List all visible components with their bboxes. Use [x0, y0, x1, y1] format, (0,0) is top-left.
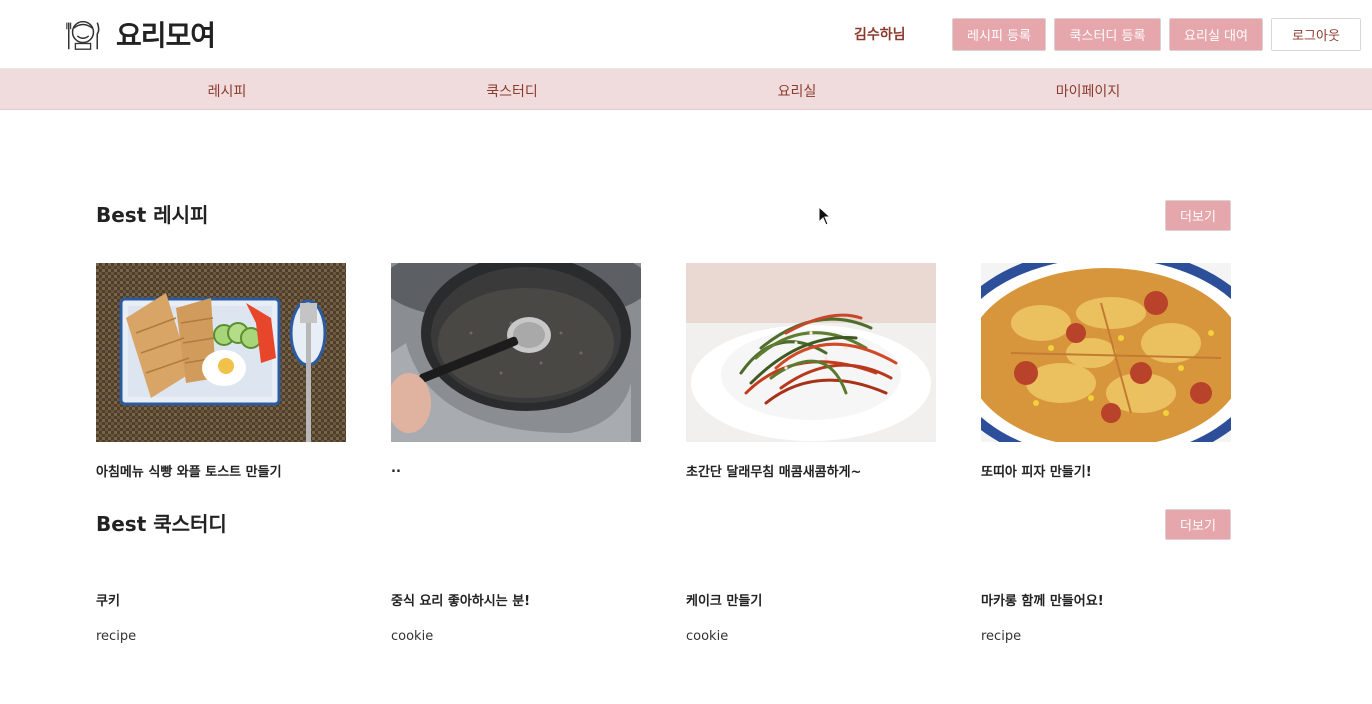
recipe-register-button[interactable]: 레시피 등록 [952, 18, 1046, 51]
recipe-card[interactable]: 또띠아 피자 만들기! [981, 263, 1231, 480]
study-item[interactable]: 중식 요리 좋아하시는 분! cookie [391, 590, 641, 644]
best-recipes-more-button[interactable]: 더보기 [1165, 200, 1231, 231]
nav-item-cookstudy[interactable]: 쿡스터디 [486, 81, 538, 101]
recipe-card[interactable]: 초간단 달래무침 매콤새콤하게~ [686, 263, 936, 480]
best-studies-more-button[interactable]: 더보기 [1165, 509, 1231, 540]
mouse-cursor-icon [818, 206, 832, 226]
recipe-image [981, 263, 1231, 442]
study-title: 마카롱 함께 만들어요! [981, 594, 1104, 609]
recipe-image [686, 263, 936, 442]
study-category: cookie [686, 629, 729, 644]
recipe-title: 초간단 달래무침 매콤새콤하게~ [686, 465, 862, 480]
nav-item-recipe[interactable]: 레시피 [208, 81, 247, 101]
main-nav: 레시피 쿡스터디 요리실 마이페이지 [0, 69, 1372, 110]
logo-text: 요리모여 [116, 19, 216, 52]
username: 김수하님 [854, 27, 906, 43]
recipe-title: .. [391, 461, 401, 476]
header: 요리모여 김수하님 레시피 등록 쿡스터디 등록 요리실 대여 로그아웃 [0, 0, 1372, 69]
recipe-card[interactable]: .. [391, 263, 641, 476]
study-category: recipe [96, 629, 137, 644]
study-item[interactable]: 케이크 만들기 cookie [686, 590, 936, 644]
recipe-image [96, 263, 346, 442]
cookstudy-register-button[interactable]: 쿡스터디 등록 [1054, 18, 1161, 51]
best-studies-title: Best 쿡스터디 [96, 512, 227, 536]
chef-icon [66, 20, 100, 50]
study-item[interactable]: 마카롱 함께 만들어요! recipe [981, 590, 1231, 644]
study-title: 케이크 만들기 [686, 594, 763, 609]
best-recipes-title: Best 레시피 [96, 203, 209, 227]
study-item[interactable]: 쿠키 recipe [96, 590, 346, 644]
study-category: cookie [391, 629, 434, 644]
recipe-image [391, 263, 641, 442]
nav-item-kitchen[interactable]: 요리실 [778, 81, 817, 101]
study-title: 쿠키 [96, 594, 120, 609]
recipe-title: 또띠아 피자 만들기! [981, 465, 1092, 480]
kitchen-rent-button[interactable]: 요리실 대여 [1169, 18, 1263, 51]
logo[interactable]: 요리모여 [64, 14, 216, 54]
logout-button[interactable]: 로그아웃 [1271, 18, 1361, 51]
study-category: recipe [981, 629, 1022, 644]
nav-item-mypage[interactable]: 마이페이지 [1056, 81, 1120, 101]
recipe-card[interactable]: 아침메뉴 식빵 와플 토스트 만들기 [96, 263, 346, 480]
recipe-title: 아침메뉴 식빵 와플 토스트 만들기 [96, 465, 282, 480]
study-title: 중식 요리 좋아하시는 분! [391, 594, 531, 609]
